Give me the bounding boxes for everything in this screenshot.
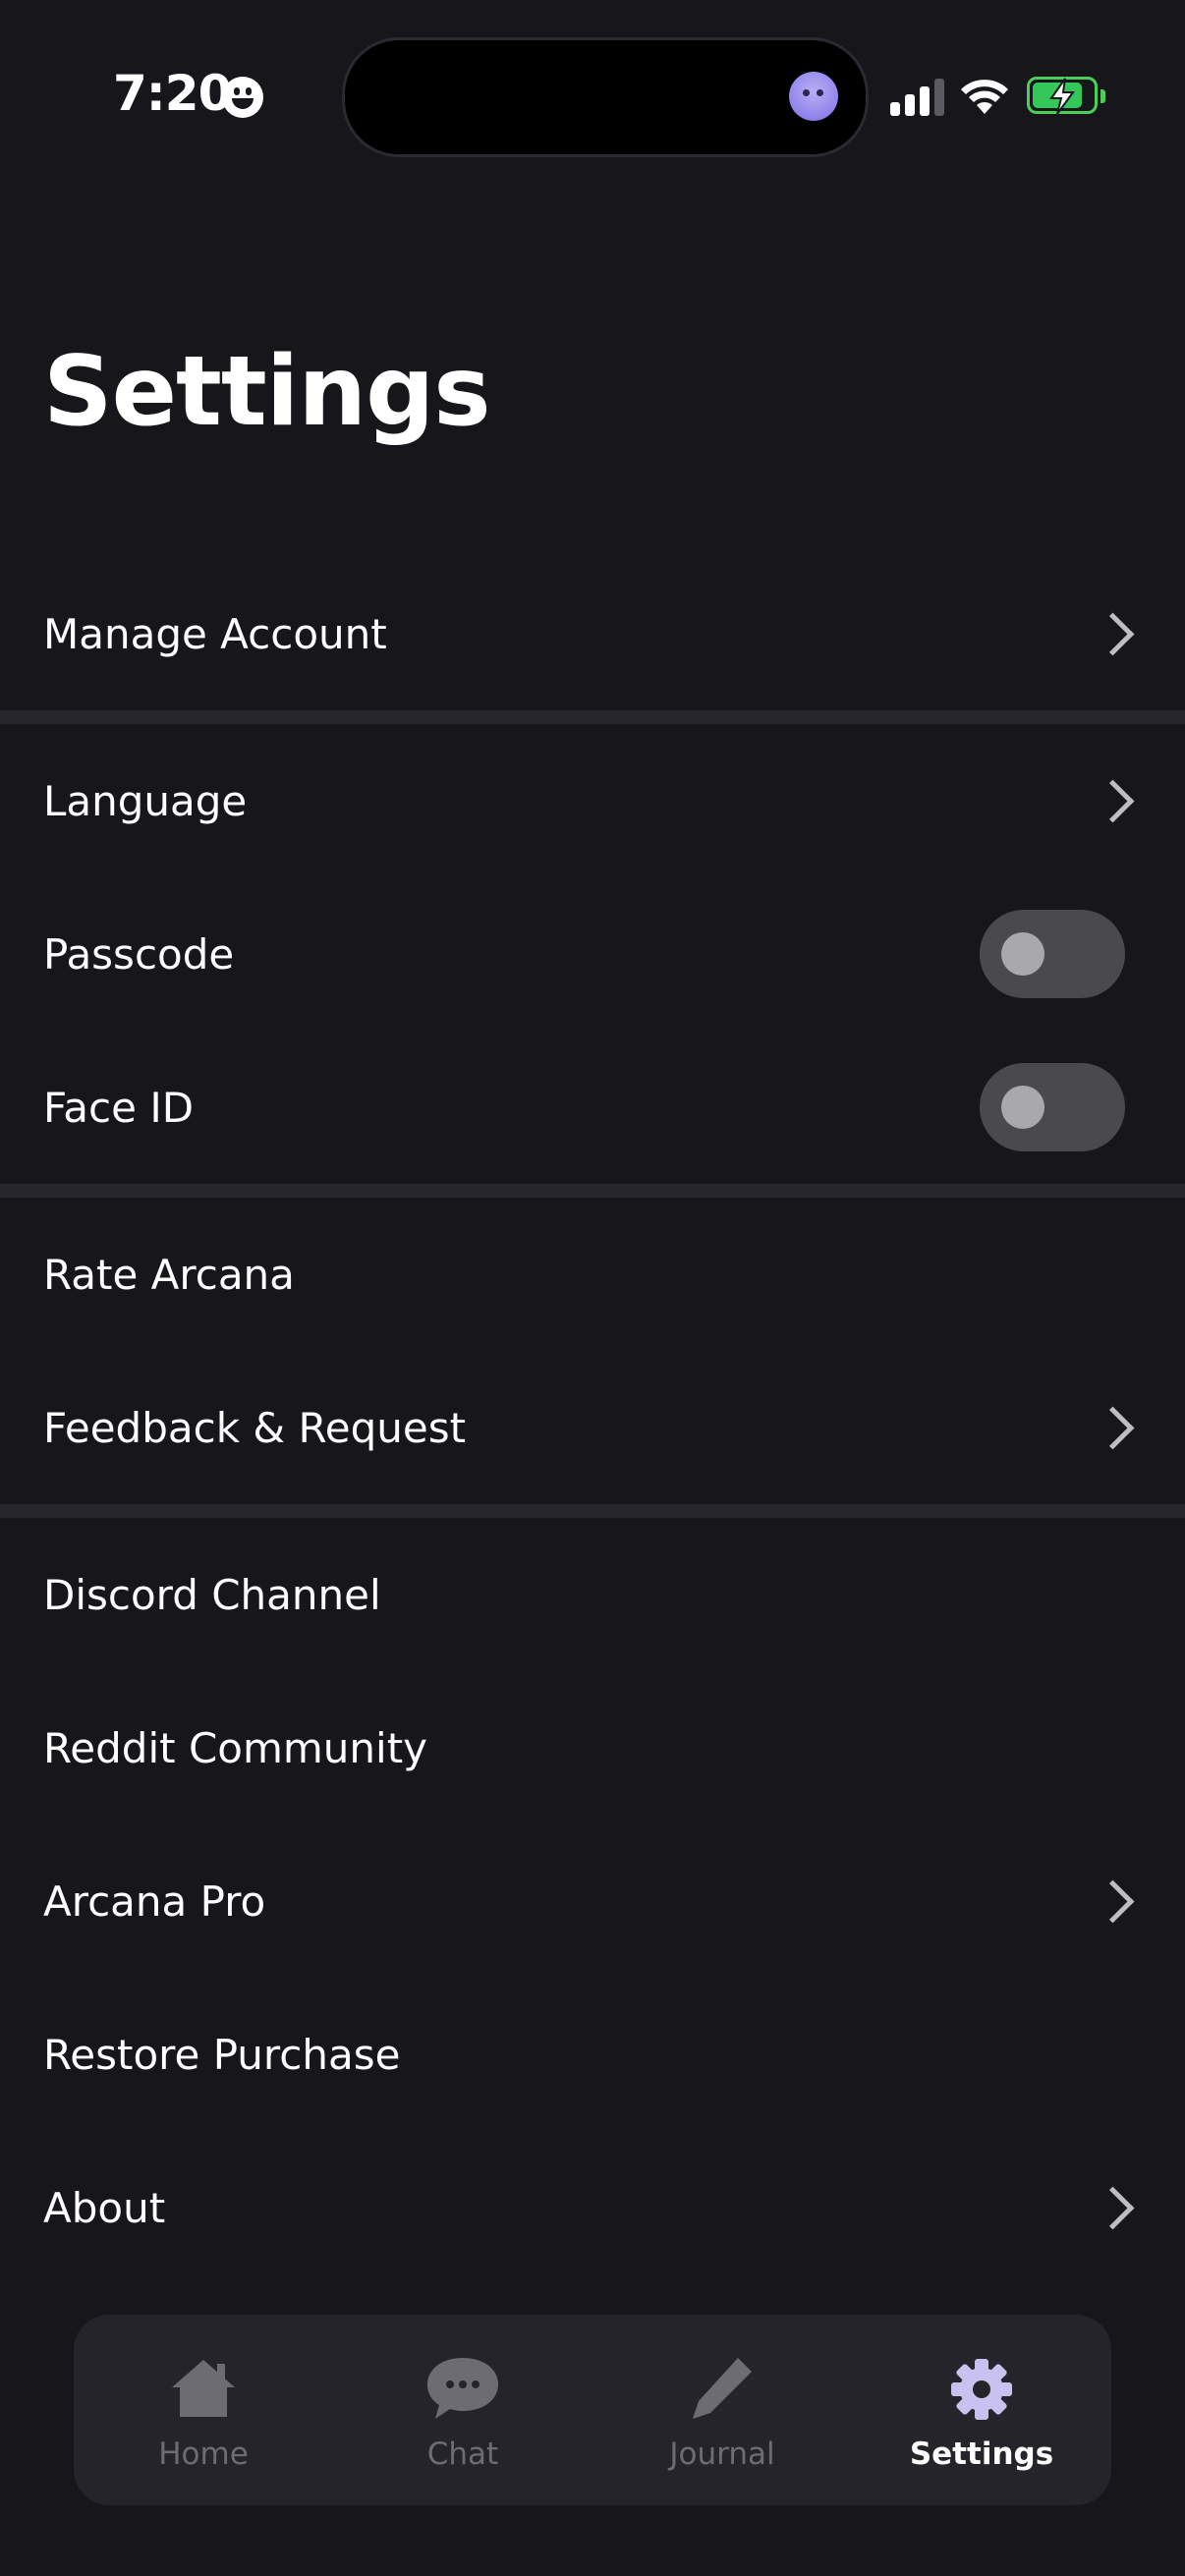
tab-label: Journal	[669, 2436, 775, 2472]
pencil-icon	[693, 2358, 752, 2419]
page-title: Settings	[43, 336, 491, 448]
discord-channel-row[interactable]: Discord Channel	[0, 1518, 1185, 1671]
tab-label: Home	[158, 2436, 249, 2472]
cellular-signal-icon	[890, 79, 947, 116]
row-label: Discord Channel	[43, 1570, 381, 1619]
bottom-tab-bar: Home Chat Journal Settings	[74, 2315, 1111, 2505]
about-row[interactable]: About	[0, 2131, 1185, 2284]
chevron-right-icon	[1091, 612, 1135, 656]
settings-list: Manage Account Language Passcode Face ID…	[0, 557, 1185, 2284]
row-label: Manage Account	[43, 609, 387, 658]
smiley-face-icon	[222, 77, 263, 118]
chevron-right-icon	[1091, 1406, 1135, 1450]
face-id-row: Face ID	[0, 1031, 1185, 1184]
arcana-pro-row[interactable]: Arcana Pro	[0, 1824, 1185, 1978]
row-label: Passcode	[43, 929, 235, 979]
tab-journal[interactable]: Journal	[592, 2315, 852, 2505]
charging-bolt-icon	[1049, 78, 1075, 115]
passcode-row: Passcode	[0, 877, 1185, 1031]
dynamic-island	[342, 37, 869, 157]
chevron-right-icon	[1091, 1879, 1135, 1924]
face-id-toggle[interactable]	[980, 1063, 1125, 1151]
section-divider	[0, 1184, 1185, 1198]
chevron-right-icon	[1091, 2186, 1135, 2230]
tab-home[interactable]: Home	[74, 2315, 333, 2505]
section-divider	[0, 710, 1185, 724]
row-label: Reddit Community	[43, 1723, 428, 1772]
wifi-icon	[961, 80, 1008, 114]
reddit-community-row[interactable]: Reddit Community	[0, 1671, 1185, 1824]
row-label: Restore Purchase	[43, 2030, 401, 2079]
tab-label: Chat	[426, 2436, 499, 2472]
passcode-toggle[interactable]	[980, 910, 1125, 998]
feedback-request-row[interactable]: Feedback & Request	[0, 1351, 1185, 1504]
home-icon	[172, 2360, 235, 2417]
rate-arcana-row[interactable]: Rate Arcana	[0, 1198, 1185, 1351]
chevron-right-icon	[1091, 779, 1135, 823]
status-bar: 7:20	[0, 0, 1185, 196]
row-label: About	[43, 2183, 166, 2232]
row-label: Face ID	[43, 1083, 195, 1132]
tab-settings[interactable]: Settings	[852, 2315, 1111, 2505]
row-label: Rate Arcana	[43, 1250, 295, 1299]
manage-account-row[interactable]: Manage Account	[0, 557, 1185, 710]
app-avatar-icon	[789, 72, 838, 121]
status-time: 7:20	[113, 65, 232, 122]
row-label: Arcana Pro	[43, 1876, 266, 1926]
chat-bubble-icon	[427, 2358, 498, 2419]
gear-icon	[951, 2359, 1012, 2420]
row-label: Language	[43, 776, 248, 825]
tab-chat[interactable]: Chat	[333, 2315, 592, 2505]
row-label: Feedback & Request	[43, 1403, 467, 1452]
section-divider	[0, 1504, 1185, 1518]
restore-purchase-row[interactable]: Restore Purchase	[0, 1978, 1185, 2131]
language-row[interactable]: Language	[0, 724, 1185, 877]
tab-label: Settings	[909, 2436, 1054, 2472]
